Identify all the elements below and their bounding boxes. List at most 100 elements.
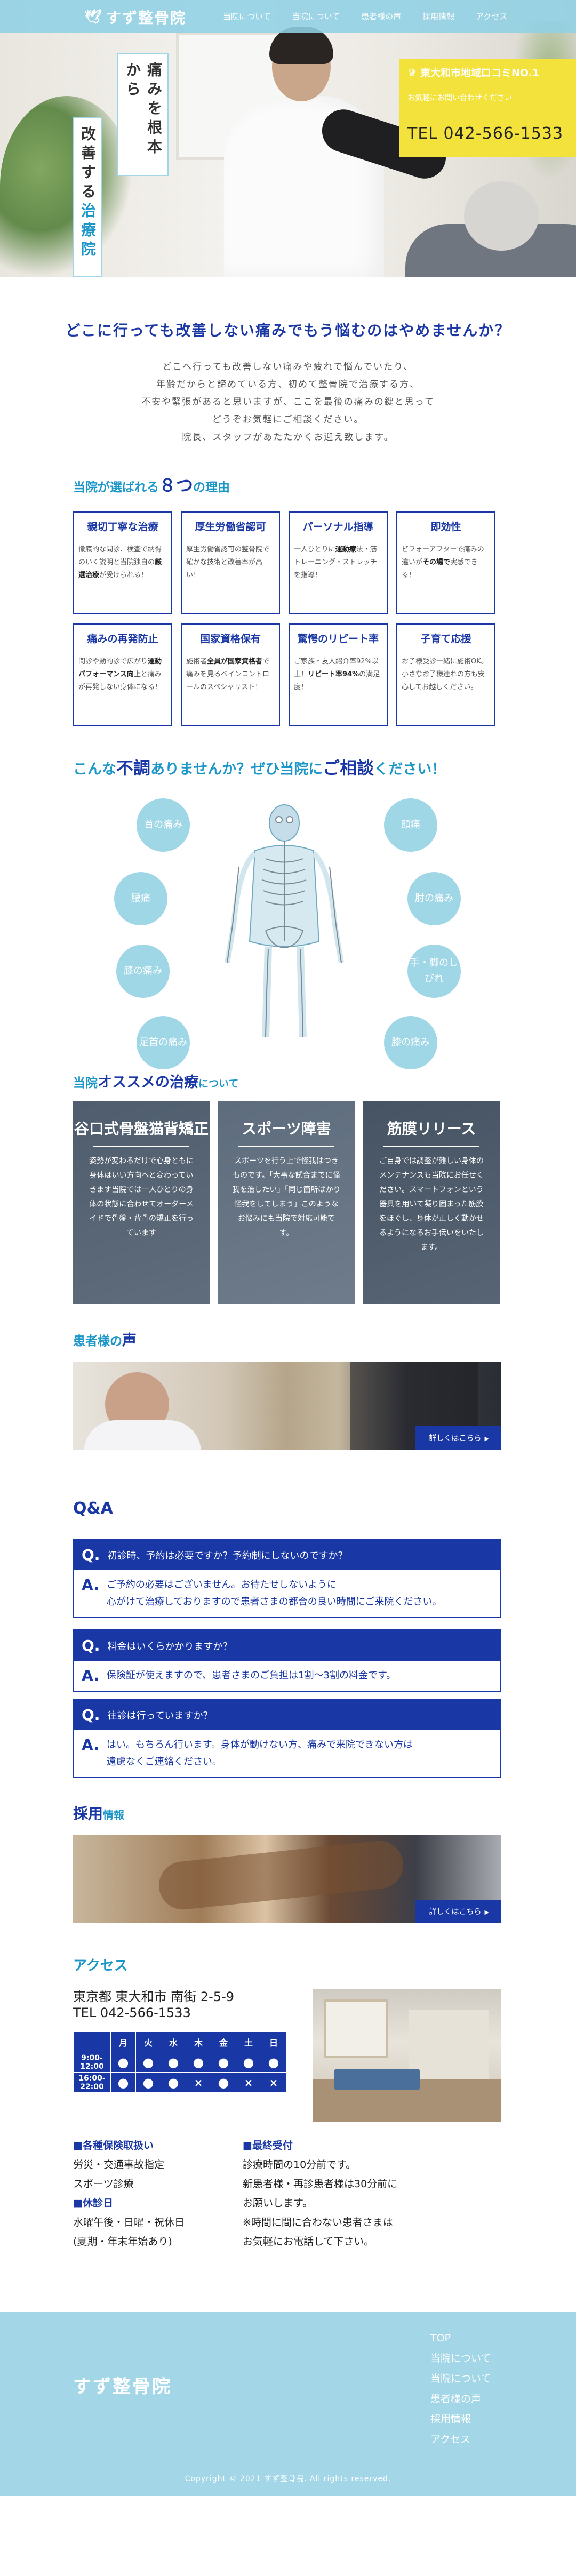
- reason-title: 痛みの再発防止: [78, 631, 167, 650]
- recruit-more-button[interactable]: 詳しくはこちら ▶: [415, 1900, 501, 1923]
- reason-card: 子育て応援 お子様受診一緒に施術OK。小さなお子様連れの方も安心してお越しください…: [396, 623, 495, 726]
- skeleton-illustration: [225, 804, 344, 1038]
- footer-link-voices[interactable]: 患者様の声: [430, 2389, 491, 2409]
- copyright: Copyright © 2021 すず整骨院. All rights reser…: [185, 2475, 391, 2483]
- day-header: 土: [236, 2031, 261, 2052]
- footer-link-access[interactable]: アクセス: [430, 2429, 491, 2450]
- handshake-photo[interactable]: 詳しくはこちら ▶: [73, 1835, 501, 1923]
- symptom-knee[interactable]: 膝の痛み: [116, 945, 170, 998]
- treatment-desc: スポーツを行う上で怪我はつきものです。「大事な試合までに怪我を治したい」「同じ箇…: [232, 1157, 341, 1237]
- symptom-elbow[interactable]: 肘の痛み: [407, 872, 461, 925]
- plant-decoration: [0, 96, 133, 277]
- day-header: 金: [211, 2031, 236, 2052]
- time-slot: 9:00-12:00: [73, 2052, 111, 2073]
- nav-link-access[interactable]: アクセス: [476, 11, 507, 22]
- recruit-heading: 採用情報: [73, 1805, 125, 1822]
- reason-card: 親切丁寧な治療 徹底的な問診、検査で納得のいく説明と当院独自の厳選治療が受けられる…: [73, 511, 172, 614]
- intro-line: 年齢だからと諦めている方、初めて整骨院で治療する方、: [156, 379, 420, 390]
- treatments-heading: 当院オススメの治療について: [73, 1074, 239, 1091]
- footer-logo[interactable]: すず整骨院: [73, 2372, 172, 2398]
- time-slot: 16:00-22:00: [73, 2072, 111, 2093]
- q-marker: Q.: [82, 1706, 100, 1724]
- footer-link-about-2[interactable]: 当院について: [430, 2369, 491, 2389]
- hours-cell: ●: [161, 2052, 186, 2073]
- answer-text: はい。もちろん行います。身体が動けない方、痛みで来院できない方は: [106, 1739, 413, 1750]
- symptom-headache[interactable]: 頭痛: [384, 798, 437, 852]
- access-section: アクセス 東京都 東大和市 南街 2-5-9 TEL 042-566-1533 …: [0, 1944, 576, 2312]
- footer-link-top[interactable]: TOP: [430, 2328, 491, 2348]
- hours-cell: ●: [135, 2072, 161, 2093]
- hours-cell: ●: [110, 2052, 136, 2073]
- intro-line: 院長、スタッフがあたたかくお迎え致します。: [182, 432, 394, 443]
- recruit-section: 採用情報 詳しくはこちら ▶: [0, 1800, 576, 1944]
- answer-text: 心がけて治療しておりますので患者さまの都合の良い時間にご来院ください。: [106, 1596, 442, 1607]
- reason-card: 厚生労働省認可 厚生労働省認可の整骨院で確かな技術と改善率が高い！: [181, 511, 280, 614]
- hours-cell: ×: [261, 2072, 286, 2093]
- reason-title: 即効性: [402, 519, 490, 538]
- hours-cell: ●: [110, 2072, 136, 2093]
- footer-link-about[interactable]: 当院について: [430, 2348, 491, 2369]
- answer-text: 保険証が使えますので、患者さまのご負担は1割〜3割の料金です。: [106, 1670, 396, 1681]
- reason-desc: お子様受診一緒に施術OK。小さなお子様連れの方も安心してお越しください。: [402, 658, 488, 691]
- treatment-card-fascia[interactable]: 筋膜リリース ご自身では調整が難しい身体のメンテナンスも当院にお任せください。ス…: [363, 1101, 500, 1304]
- access-heading: アクセス: [73, 1958, 128, 1974]
- patient-voices-photo[interactable]: 詳しくはこちら ▶: [73, 1362, 501, 1450]
- hero-tagline-1: 痛みを根本から: [117, 53, 169, 176]
- reasons-section: 当院が選ばれる８つの理由 親切丁寧な治療 徹底的な問診、検査で納得のいく説明と当院…: [0, 472, 576, 744]
- a-marker: A.: [82, 1736, 99, 1754]
- intro-title: どこに行っても改善しない痛みでもう悩むのはやめませんか？: [65, 322, 511, 339]
- treatment-title: 筋膜リリース: [387, 1120, 476, 1138]
- reason-title: パーソナル指導: [294, 519, 382, 538]
- answer-text: 遠慮なくご連絡ください。: [106, 1756, 222, 1767]
- symptoms-section: こんな不調ありませんか？ぜひ当院にご相談ください！ 首の痛み 腰痛 膝の痛み 足…: [0, 744, 576, 1069]
- day-header: 火: [135, 2031, 161, 2052]
- day-header: 日: [261, 2031, 286, 2052]
- hero-patient-photo: [405, 160, 576, 277]
- footer-nav: TOP 当院について 当院について 患者様の声 採用情報 アクセス: [430, 2328, 491, 2450]
- treatment-title: スポーツ障害: [242, 1120, 331, 1138]
- intro-line: どこへ行っても改善しない痛みや疲れで悩んでいたり、: [162, 362, 414, 372]
- patient-voices-section: 患者様の声 詳しくはこちら ▶: [0, 1325, 576, 1480]
- nav-link-about-2[interactable]: 当院について: [292, 11, 340, 22]
- access-phone[interactable]: TEL 042-566-1533: [73, 2005, 234, 2021]
- hero: 🕊 すず整骨院 当院について 当院について 患者様の声 採用情報 アクセス 痛み…: [0, 0, 576, 277]
- reason-card: 痛みの再発防止問診や動的診で広がり運動パフォーマンス向上と痛みが再発しない身体に…: [73, 623, 172, 726]
- voices-more-button[interactable]: 詳しくはこちら ▶: [415, 1426, 501, 1450]
- day-header: 水: [161, 2031, 186, 2052]
- q-marker: Q.: [82, 1637, 100, 1654]
- symptom-neck[interactable]: 首の痛み: [137, 798, 190, 852]
- symptoms-heading: こんな不調ありませんか？ぜひ当院にご相談ください！: [73, 758, 446, 778]
- treatments-section: 当院オススメの治療について 谷口式骨盤猫背矯正 姿勢が変わるだけで心身ともに身体…: [0, 1059, 576, 1325]
- clinic-interior-photo: [313, 1989, 501, 2122]
- symptom-back[interactable]: 腰痛: [114, 872, 167, 925]
- address: 東京都 東大和市 南街 2-5-9: [73, 1989, 235, 2004]
- reason-title: 驚愕のリピート率: [294, 631, 382, 650]
- reason-desc: 厚生労働省認可の整骨院で確かな技術と改善率が高い！: [186, 546, 270, 579]
- hours-cell: ●: [135, 2052, 161, 2073]
- treatment-card-sports[interactable]: スポーツ障害 スポーツを行う上で怪我はつきものです。「大事な試合までに怪我を治し…: [218, 1101, 355, 1304]
- hero-tagline-2: 改善する治療院: [73, 117, 102, 277]
- insurance-info: ■各種保険取扱い 労災・交通事故指定 スポーツ診療 ■休診日 水曜午後・日曜・祝…: [73, 2140, 185, 2247]
- intro-line: 不安や緊張があると思いますが、ここを最後の痛みの鍵と思って: [141, 397, 435, 407]
- contact-label: お気軽にお問い合わせください: [407, 94, 512, 102]
- site-logo[interactable]: 🕊 すず整骨院: [84, 6, 186, 28]
- hero-phone[interactable]: TEL 042-566-1533: [407, 124, 576, 143]
- hours-cell: ●: [236, 2052, 261, 2073]
- nav-link-recruit[interactable]: 採用情報: [422, 11, 454, 22]
- nav-link-about[interactable]: 当院について: [223, 11, 271, 22]
- treatment-card-posture[interactable]: 谷口式骨盤猫背矯正 姿勢が変わるだけで心身ともに身体はいい方向へと変わっていきま…: [73, 1101, 210, 1304]
- nav-link-voices[interactable]: 患者様の声: [361, 11, 401, 22]
- symptom-numbness[interactable]: 手・脚のしびれ: [407, 945, 461, 998]
- q-marker: Q.: [82, 1546, 100, 1564]
- hours-table: 月 火 水 木 金 土 日 9:00-12:00 ● ● ● ● ● ● ● 1…: [73, 2031, 286, 2093]
- reason-desc: 問診や動的診で広がり運動パフォーマンス向上と痛みが再発しない身体になる！: [78, 658, 162, 691]
- footer-link-recruit[interactable]: 採用情報: [430, 2409, 491, 2429]
- intro-line: どうぞお気軽にご相談ください。: [212, 414, 364, 425]
- qa-section: Q&A Q. 初診時、予約は必要ですか？予約制にしないのですか？ A. ご予約の必要…: [0, 1480, 576, 1800]
- qa-item: Q. 往診は行っていますか？ A. はい。もちろん行います。身体が動けない方、痛みで…: [73, 1699, 501, 1778]
- reasons-heading: 当院が選ばれる８つの理由: [73, 475, 230, 495]
- intro-section: どこに行っても改善しない痛みでもう悩むのはやめませんか？ どこへ行っても改善しな…: [0, 277, 576, 472]
- hero-practitioner-photo: [192, 27, 452, 277]
- reason-card: 国家資格保有 施術者全員が国家資格者で痛みを見るベインコントロールのスペシャリスト…: [181, 623, 280, 726]
- hours-cell: ×: [186, 2072, 211, 2093]
